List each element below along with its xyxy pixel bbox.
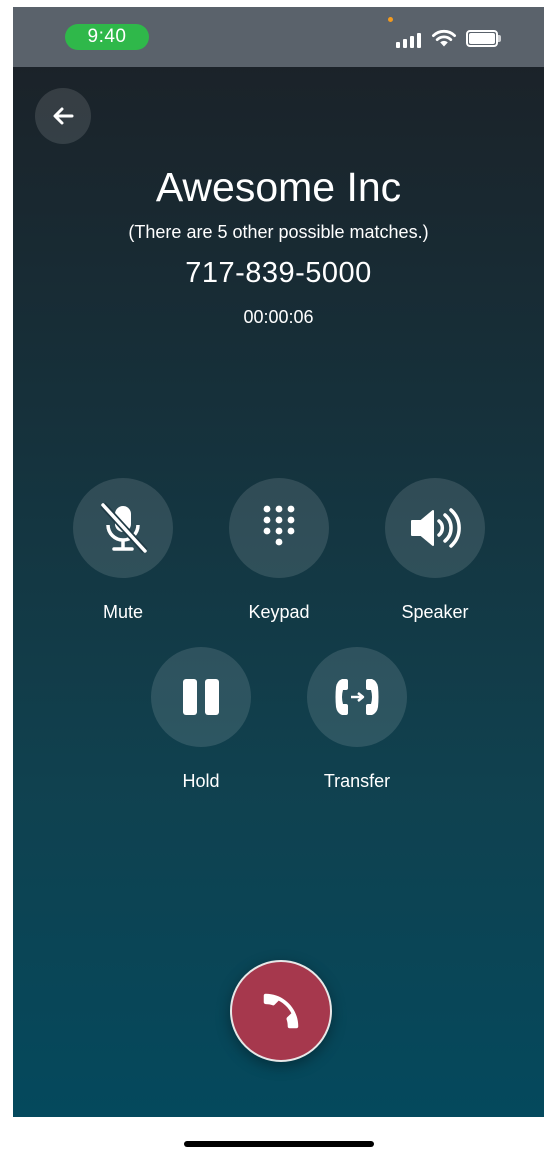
wifi-icon bbox=[432, 29, 456, 47]
pause-icon bbox=[183, 679, 219, 715]
end-call-button[interactable] bbox=[230, 960, 332, 1062]
mic-off-icon bbox=[100, 502, 148, 554]
contact-name: Awesome Inc bbox=[155, 164, 402, 210]
phone-number: 717-839-5000 bbox=[185, 257, 372, 289]
possible-matches-note[interactable]: (There are 5 other possible matches.) bbox=[13, 222, 544, 243]
battery-icon bbox=[466, 30, 501, 47]
mute-button[interactable] bbox=[73, 478, 173, 578]
hold-button[interactable] bbox=[151, 647, 251, 747]
call-screen: 9:40 Awesome Inc (There are 5 other poss… bbox=[13, 7, 544, 1117]
transfer-call-icon bbox=[335, 679, 379, 715]
mute-label: Mute bbox=[102, 602, 144, 622]
speaker-label: Speaker bbox=[401, 602, 469, 622]
call-duration: 00:00:06 bbox=[243, 307, 314, 327]
arrow-left-icon bbox=[53, 107, 74, 125]
speaker-button[interactable] bbox=[385, 478, 485, 578]
home-indicator[interactable] bbox=[184, 1141, 374, 1147]
back-button[interactable] bbox=[35, 88, 91, 144]
status-time: 9:40 bbox=[65, 24, 149, 50]
transfer-label: Transfer bbox=[323, 771, 391, 791]
keypad-label: Keypad bbox=[248, 602, 310, 622]
hold-label: Hold bbox=[182, 771, 220, 791]
keypad-button[interactable] bbox=[229, 478, 329, 578]
speaker-icon bbox=[411, 508, 461, 548]
keypad-icon bbox=[263, 505, 295, 546]
status-bar: 9:40 bbox=[13, 7, 544, 67]
phone-hangup-icon bbox=[263, 993, 299, 1029]
privacy-indicator-dot bbox=[388, 17, 393, 22]
cellular-signal-icon bbox=[396, 32, 422, 48]
transfer-button[interactable] bbox=[307, 647, 407, 747]
